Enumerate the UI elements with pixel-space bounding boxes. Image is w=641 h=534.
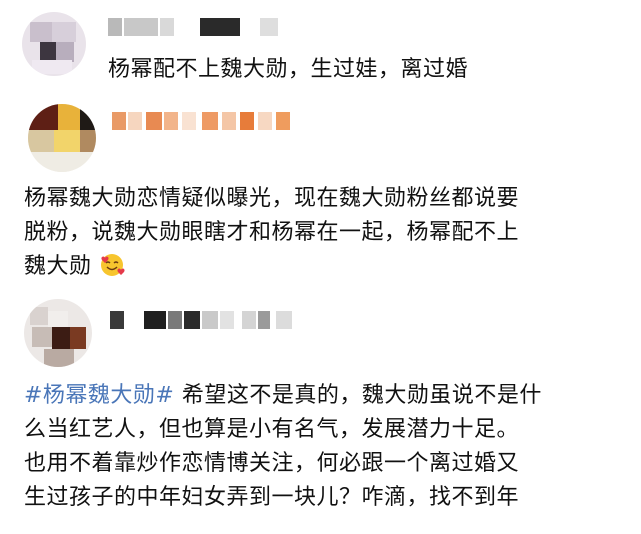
comment-line: 魏大勋 [24, 250, 624, 284]
comment-line: 脱粉，说魏大勋眼瞎才和杨幂在一起，杨幂配不上 [24, 220, 520, 245]
comment-text: 杨幂配不上魏大勋，生过娃，离过婚 [108, 57, 469, 82]
username-censored[interactable] [112, 112, 302, 130]
comment-line: 生过孩子的中年妇女弄到一块儿？咋滴，找不到年 [24, 485, 520, 510]
comment-3: #杨幂魏大勋# 希望这不是真的，魏大勋虽说不是什 么当红艺人，但也算是小有名气，… [0, 295, 641, 534]
hashtag-link[interactable]: #杨幂魏大勋# [24, 383, 174, 408]
username-censored[interactable] [108, 18, 288, 36]
smiling-face-with-hearts-emoji [101, 254, 125, 276]
comment-2: 杨幂魏大勋恋情疑似曝光，现在魏大勋粉丝都说要 脱粉，说魏大勋眼瞎才和杨幂在一起，… [0, 100, 641, 295]
comment-text: #杨幂魏大勋# 希望这不是真的，魏大勋虽说不是什 么当红艺人，但也算是小有名气，… [24, 379, 634, 515]
avatar[interactable] [28, 104, 96, 172]
comment-text: 杨幂魏大勋恋情疑似曝光，现在魏大勋粉丝都说要 脱粉，说魏大勋眼瞎才和杨幂在一起，… [24, 182, 624, 284]
username-censored[interactable] [110, 311, 310, 329]
comment-line: #杨幂魏大勋# 希望这不是真的，魏大勋虽说不是什 [24, 383, 542, 408]
comment-line: 杨幂魏大勋恋情疑似曝光，现在魏大勋粉丝都说要 [24, 186, 520, 211]
comment-line: 也用不着靠炒作恋情博关注，何必跟一个离过婚又 [24, 451, 520, 476]
comment-1: 杨幂配不上魏大勋，生过娃，离过婚 [0, 0, 641, 100]
avatar[interactable] [22, 12, 86, 76]
avatar[interactable] [24, 299, 92, 367]
comment-line: 么当红艺人，但也算是小有名气，发展潜力十足。 [24, 417, 520, 442]
